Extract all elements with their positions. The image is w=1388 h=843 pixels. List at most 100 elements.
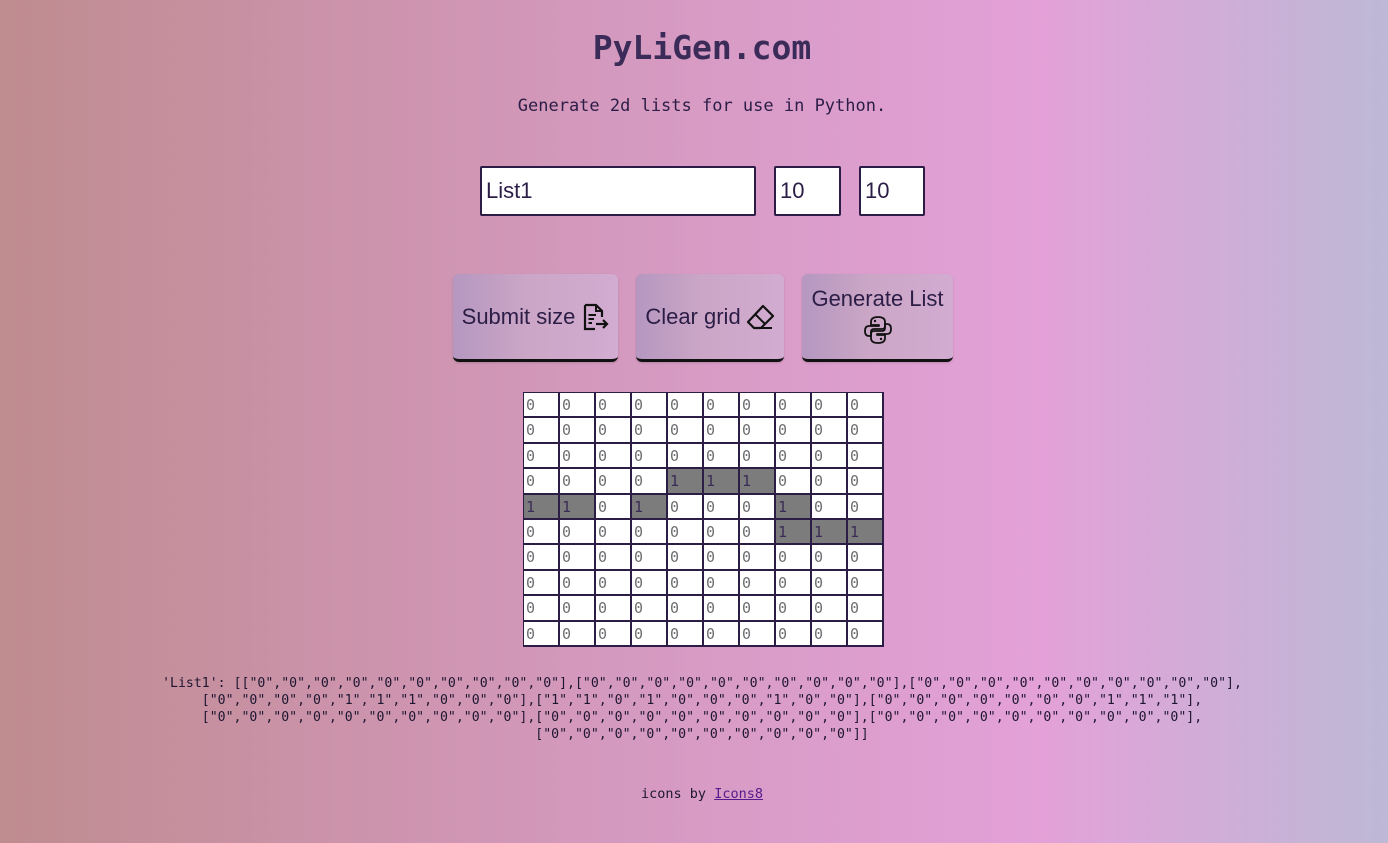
grid-cell[interactable]: 0 — [632, 469, 668, 495]
grid-cell[interactable]: 0 — [524, 570, 560, 597]
grid-cell[interactable]: 0 — [668, 596, 704, 622]
grid-cell[interactable]: 0 — [632, 519, 668, 546]
grid-cell[interactable]: 0 — [632, 393, 668, 419]
grid-cell[interactable]: 0 — [668, 418, 704, 444]
grid-cell[interactable]: 0 — [632, 621, 668, 647]
grid-cell[interactable]: 0 — [812, 443, 848, 470]
grid-cell[interactable]: 0 — [596, 545, 632, 571]
grid-cell[interactable]: 0 — [596, 596, 632, 622]
grid-cell[interactable]: 0 — [848, 469, 884, 495]
grid-cell[interactable]: 0 — [560, 519, 596, 546]
grid-cell[interactable]: 0 — [704, 596, 740, 622]
grid-cell[interactable]: 0 — [596, 418, 632, 444]
grid-cell[interactable]: 0 — [812, 418, 848, 444]
grid-cell[interactable]: 0 — [560, 545, 596, 571]
grid-cell[interactable]: 0 — [740, 393, 776, 419]
grid-cell[interactable]: 0 — [704, 519, 740, 546]
grid-cell[interactable]: 1 — [776, 494, 812, 520]
grid-cell[interactable]: 0 — [812, 596, 848, 622]
grid-cell[interactable]: 0 — [596, 494, 632, 520]
grid-cell[interactable]: 0 — [848, 418, 884, 444]
grid-cell[interactable]: 0 — [632, 443, 668, 470]
grid-cell[interactable]: 0 — [596, 621, 632, 647]
grid-cell[interactable]: 0 — [776, 596, 812, 622]
grid-cell[interactable]: 0 — [776, 418, 812, 444]
grid-cell[interactable]: 1 — [632, 494, 668, 520]
grid-cell[interactable]: 0 — [668, 519, 704, 546]
grid-cell[interactable]: 0 — [848, 494, 884, 520]
grid-cell[interactable]: 0 — [668, 443, 704, 470]
grid-cell[interactable]: 0 — [524, 393, 560, 419]
grid-cell[interactable]: 0 — [812, 621, 848, 647]
grid-cell[interactable]: 0 — [668, 494, 704, 520]
grid-cell[interactable]: 0 — [668, 570, 704, 597]
grid-cell[interactable]: 0 — [560, 469, 596, 495]
grid-cell[interactable]: 0 — [704, 621, 740, 647]
grid-cell[interactable]: 0 — [848, 443, 884, 470]
grid-cell[interactable]: 0 — [668, 545, 704, 571]
grid-cell[interactable]: 0 — [668, 621, 704, 647]
grid-cell[interactable]: 0 — [632, 418, 668, 444]
grid-cell[interactable]: 0 — [776, 393, 812, 419]
grid-cell[interactable]: 1 — [740, 469, 776, 495]
grid-cell[interactable]: 0 — [740, 621, 776, 647]
submit-size-button[interactable]: Submit size — [453, 274, 618, 362]
grid-cell[interactable]: 1 — [848, 519, 884, 546]
grid-cell[interactable]: 0 — [740, 418, 776, 444]
grid-cell[interactable]: 0 — [740, 443, 776, 470]
grid-cell[interactable]: 0 — [740, 519, 776, 546]
grid-cell[interactable]: 0 — [524, 418, 560, 444]
grid-cell[interactable]: 0 — [560, 621, 596, 647]
list-name-input[interactable] — [480, 166, 756, 216]
grid-cell[interactable]: 0 — [740, 570, 776, 597]
clear-grid-button[interactable]: Clear grid — [636, 274, 784, 362]
grid-cell[interactable]: 0 — [560, 393, 596, 419]
grid-cell[interactable]: 1 — [524, 494, 560, 520]
grid-cell[interactable]: 0 — [848, 570, 884, 597]
grid-cell[interactable]: 0 — [704, 570, 740, 597]
grid-cell[interactable]: 0 — [632, 545, 668, 571]
grid-cell[interactable]: 0 — [848, 596, 884, 622]
grid-cell[interactable]: 0 — [560, 418, 596, 444]
grid-cell[interactable]: 0 — [596, 443, 632, 470]
grid-cell[interactable]: 0 — [776, 469, 812, 495]
grid-cell[interactable]: 0 — [524, 443, 560, 470]
grid-cell[interactable]: 0 — [704, 418, 740, 444]
grid-cell[interactable]: 0 — [812, 469, 848, 495]
icons8-link[interactable]: Icons8 — [714, 786, 763, 802]
grid-cell[interactable]: 0 — [596, 393, 632, 419]
grid-cell[interactable]: 0 — [704, 545, 740, 571]
grid-cell[interactable]: 0 — [812, 545, 848, 571]
grid-cell[interactable]: 0 — [740, 494, 776, 520]
grid-cell[interactable]: 0 — [740, 545, 776, 571]
grid-cell[interactable]: 1 — [812, 519, 848, 546]
grid-cell[interactable]: 0 — [704, 494, 740, 520]
generate-list-button[interactable]: Generate List — [802, 274, 953, 362]
grid-cell[interactable]: 0 — [740, 596, 776, 622]
grid-cell[interactable]: 0 — [776, 621, 812, 647]
cols-input[interactable] — [859, 166, 925, 216]
grid-cell[interactable]: 0 — [668, 393, 704, 419]
grid-cell[interactable]: 1 — [668, 469, 704, 495]
grid-cell[interactable]: 0 — [812, 570, 848, 597]
grid-cell[interactable]: 1 — [776, 519, 812, 546]
grid-cell[interactable]: 0 — [848, 621, 884, 647]
grid-cell[interactable]: 0 — [776, 443, 812, 470]
rows-input[interactable] — [774, 166, 841, 216]
grid-cell[interactable]: 0 — [812, 494, 848, 520]
grid-cell[interactable]: 0 — [596, 519, 632, 546]
grid-cell[interactable]: 0 — [776, 545, 812, 571]
grid-cell[interactable]: 0 — [704, 393, 740, 419]
grid-cell[interactable]: 0 — [632, 596, 668, 622]
grid-cell[interactable]: 0 — [776, 570, 812, 597]
grid-cell[interactable]: 0 — [524, 519, 560, 546]
grid-cell[interactable]: 0 — [524, 596, 560, 622]
grid-cell[interactable]: 0 — [848, 545, 884, 571]
grid-cell[interactable]: 0 — [632, 570, 668, 597]
grid-cell[interactable]: 0 — [812, 393, 848, 419]
grid-cell[interactable]: 0 — [524, 469, 560, 495]
grid-cell[interactable]: 0 — [704, 443, 740, 470]
grid-cell[interactable]: 1 — [560, 494, 596, 520]
grid-cell[interactable]: 0 — [524, 621, 560, 647]
grid-cell[interactable]: 1 — [704, 469, 740, 495]
